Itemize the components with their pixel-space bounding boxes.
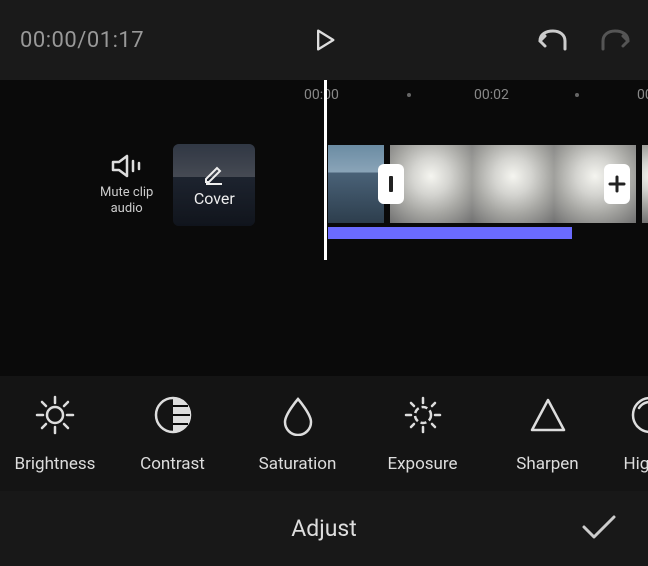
adjust-label: Exposure — [387, 454, 457, 474]
clip-thumbnail[interactable] — [328, 145, 384, 223]
history-controls — [534, 22, 634, 58]
redo-icon — [600, 27, 632, 53]
top-toolbar: 00:00/01:17 — [0, 0, 648, 80]
play-button[interactable] — [304, 20, 344, 60]
adjust-label: Highlig — [624, 454, 648, 474]
undo-icon — [536, 27, 568, 53]
check-icon — [580, 513, 618, 541]
cover-button[interactable]: Cover — [173, 144, 255, 226]
timeline[interactable]: Mute clip audio Cover — [0, 110, 648, 260]
ruler-dot — [407, 93, 411, 97]
undo-button[interactable] — [534, 22, 570, 58]
audio-track[interactable] — [328, 227, 572, 239]
ruler-dot — [575, 93, 579, 97]
timeline-tools: Mute clip audio Cover — [0, 144, 255, 226]
adjust-label: Brightness — [15, 454, 96, 474]
ruler-tick: 00 — [637, 87, 648, 103]
speaker-icon — [111, 153, 143, 179]
plus-icon — [608, 175, 626, 193]
exposure-icon — [402, 394, 444, 436]
sharpen-icon — [527, 394, 569, 436]
brightness-icon — [34, 394, 76, 436]
handle-icon — [387, 174, 395, 194]
highlight-icon — [629, 394, 648, 436]
adjust-highlight[interactable]: Highlig — [610, 394, 648, 474]
bottom-bar: Adjust — [0, 491, 648, 566]
timecode: 00:00/01:17 — [20, 28, 144, 53]
adjust-exposure[interactable]: Exposure — [360, 394, 485, 474]
adjust-label: Saturation — [259, 454, 337, 474]
add-clip-button[interactable] — [604, 164, 630, 204]
mute-clip-button[interactable]: Mute clip audio — [100, 153, 153, 216]
edit-icon — [203, 163, 225, 185]
mute-label: Mute clip audio — [100, 185, 153, 216]
adjust-contrast[interactable]: Contrast — [110, 394, 235, 474]
saturation-icon — [277, 394, 319, 436]
clip-thumbnail[interactable] — [642, 145, 648, 223]
contrast-icon — [152, 394, 194, 436]
adjust-options[interactable]: Brightness Contrast Saturation Exposure — [0, 376, 648, 491]
redo-button[interactable] — [598, 22, 634, 58]
play-icon — [310, 26, 338, 54]
clip-thumbnail[interactable] — [472, 145, 554, 223]
adjust-saturation[interactable]: Saturation — [235, 394, 360, 474]
clip-handle-left[interactable] — [378, 164, 404, 204]
ruler-tick: 00:00 — [304, 87, 339, 103]
panel-title: Adjust — [291, 515, 357, 542]
playhead[interactable] — [324, 80, 327, 260]
adjust-brightness[interactable]: Brightness — [0, 394, 110, 474]
adjust-label: Sharpen — [516, 454, 578, 474]
clip-track[interactable] — [328, 145, 648, 223]
confirm-button[interactable] — [580, 513, 618, 545]
adjust-sharpen[interactable]: Sharpen — [485, 394, 610, 474]
adjust-label: Contrast — [140, 454, 205, 474]
cover-label: Cover — [194, 189, 235, 208]
ruler-tick: 00:02 — [474, 87, 509, 103]
